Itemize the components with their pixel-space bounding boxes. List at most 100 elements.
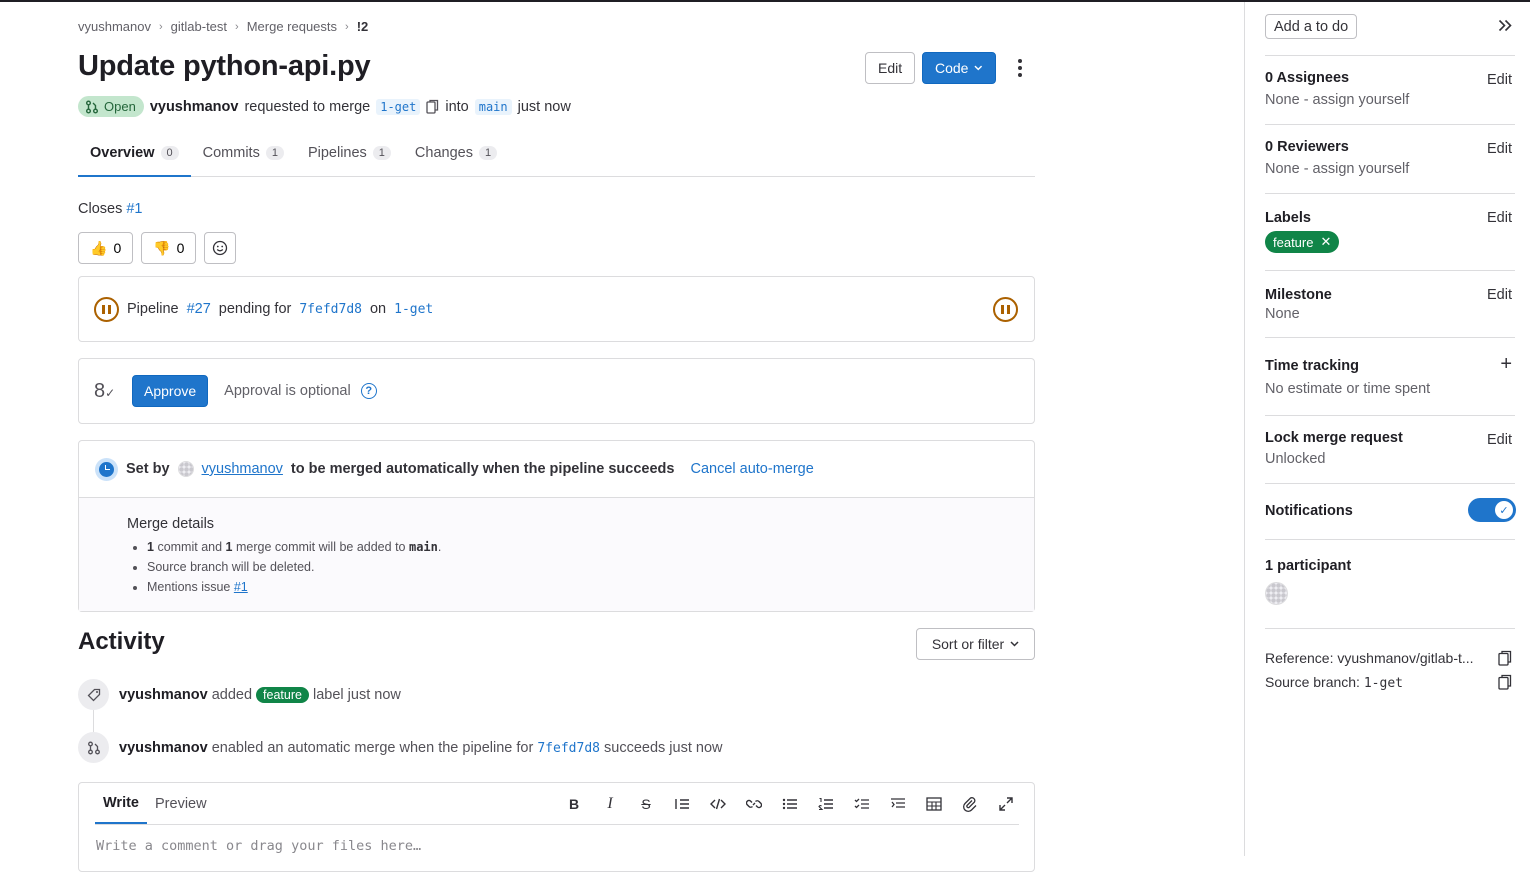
user-name: vyushmanov xyxy=(201,461,283,477)
source-branch[interactable]: 1-get xyxy=(376,98,421,115)
description: Closes #1 xyxy=(78,201,143,217)
divider xyxy=(95,824,1019,825)
notifications-toggle[interactable]: ✓ xyxy=(1468,498,1516,522)
tab-commits[interactable]: Commits 1 xyxy=(191,130,296,176)
code-dropdown-button[interactable]: Code xyxy=(922,52,996,84)
edit-reviewers-button[interactable]: Edit xyxy=(1487,141,1512,157)
write-tab[interactable]: Write xyxy=(95,783,147,824)
status-label: Open xyxy=(104,99,136,114)
cancel-auto-merge-button[interactable]: Cancel auto-merge xyxy=(690,461,813,477)
issue-link[interactable]: #1 xyxy=(234,580,248,594)
target-branch[interactable]: main xyxy=(474,98,512,115)
add-reaction-button[interactable] xyxy=(204,232,237,264)
tab-count: 0 xyxy=(160,145,179,160)
edit-assignees-button[interactable]: Edit xyxy=(1487,72,1512,88)
thumbs-up-button[interactable]: 👍 0 xyxy=(78,232,134,264)
task-list-icon[interactable] xyxy=(850,793,874,815)
right-sidebar: Add a to do 0 Assignees Edit None - assi… xyxy=(1244,2,1530,856)
bulleted-list-icon[interactable] xyxy=(778,793,802,815)
quote-icon[interactable] xyxy=(670,793,694,815)
tab-overview[interactable]: Overview 0 xyxy=(78,130,191,177)
copy-icon[interactable] xyxy=(1498,674,1512,690)
plus-icon[interactable]: + xyxy=(1500,353,1512,376)
reviewers-title: 0 Reviewers xyxy=(1265,139,1349,155)
comment-textarea[interactable]: Write a comment or drag your files here… xyxy=(96,838,421,854)
thumbs-up-count: 0 xyxy=(113,240,122,256)
source-branch-info: Source branch: 1-get xyxy=(1265,674,1403,691)
label-badge[interactable]: feature xyxy=(256,686,309,703)
list-item: Mentions issue #1 xyxy=(147,577,1034,597)
preview-tab[interactable]: Preview xyxy=(147,783,215,824)
breadcrumb-item[interactable]: gitlab-test xyxy=(171,19,227,34)
link-icon[interactable] xyxy=(742,793,766,815)
milestone-value: None xyxy=(1265,306,1300,322)
help-icon[interactable]: ? xyxy=(360,383,377,399)
tab-changes[interactable]: Changes 1 xyxy=(403,130,509,176)
breadcrumb-item-current[interactable]: !2 xyxy=(357,19,369,34)
edit-milestone-button[interactable]: Edit xyxy=(1487,287,1512,303)
edit-labels-button[interactable]: Edit xyxy=(1487,210,1512,226)
thumbs-down-count: 0 xyxy=(176,240,185,256)
activity-user[interactable]: vyushmanov xyxy=(119,687,208,703)
auto-merge-text: to be merged automatically when the pipe… xyxy=(290,461,675,477)
approval-widget: 8✓ Approve Approval is optional ? xyxy=(78,358,1035,424)
breadcrumb-item[interactable]: vyushmanov xyxy=(78,19,151,34)
tab-label: Overview xyxy=(90,144,155,161)
pipeline-stage-pending-icon[interactable] xyxy=(993,297,1018,322)
edit-button[interactable]: Edit xyxy=(865,52,916,84)
copy-icon[interactable] xyxy=(426,99,439,114)
source-branch-value: 1-get xyxy=(1363,676,1403,691)
bold-icon[interactable]: B xyxy=(562,793,586,815)
tab-label: Pipelines xyxy=(307,145,367,161)
pipeline-status-text: pending for xyxy=(218,301,292,317)
close-icon[interactable]: ✕ xyxy=(1320,234,1331,250)
avatar[interactable] xyxy=(1265,582,1288,605)
activity-user[interactable]: vyushmanov xyxy=(119,740,208,756)
assignees-value[interactable]: None - assign yourself xyxy=(1265,92,1409,108)
branch-link[interactable]: 1-get xyxy=(394,302,433,317)
tab-label: Changes xyxy=(414,145,473,161)
assignees-title: 0 Assignees xyxy=(1265,70,1350,86)
breadcrumb-item[interactable]: Merge requests xyxy=(247,19,337,34)
issue-link[interactable]: #1 xyxy=(126,201,142,217)
commit-link[interactable]: 7fefd7d8 xyxy=(299,302,362,317)
tab-label: Commits xyxy=(202,145,260,161)
label-badge[interactable]: feature ✕ xyxy=(1265,231,1340,253)
code-button-label: Code xyxy=(935,60,969,76)
chevron-right-icon: › xyxy=(345,20,349,33)
strikethrough-icon[interactable]: S xyxy=(634,793,658,815)
sort-filter-dropdown[interactable]: Sort or filter xyxy=(916,628,1035,660)
fullscreen-icon[interactable] xyxy=(994,793,1018,815)
merge-details-title: Merge details xyxy=(127,516,215,532)
add-todo-button[interactable]: Add a to do xyxy=(1265,14,1358,39)
award-emoji-bar: 👍 0 👎 0 xyxy=(78,232,237,264)
numbered-list-icon[interactable] xyxy=(814,793,838,815)
table-icon[interactable] xyxy=(922,793,946,815)
collapse-sidebar-icon[interactable] xyxy=(1498,16,1512,37)
thumbs-down-button[interactable]: 👎 0 xyxy=(141,232,197,264)
more-actions-icon[interactable] xyxy=(1010,54,1030,82)
pipeline-link[interactable]: #27 xyxy=(187,301,211,317)
tab-pipelines[interactable]: Pipelines 1 xyxy=(296,130,403,176)
pipeline-pending-icon[interactable] xyxy=(94,296,119,322)
activity-suffix: label just now xyxy=(313,686,401,703)
lock-value: Unlocked xyxy=(1265,451,1326,467)
commit-link[interactable]: 7fefd7d8 xyxy=(537,741,600,756)
list-item: 1 commit and 1 merge commit will be adde… xyxy=(147,537,1034,557)
divider xyxy=(1265,483,1515,484)
status-badge: Open xyxy=(78,96,144,117)
author-name[interactable]: vyushmanov xyxy=(150,99,239,115)
divider xyxy=(1265,415,1515,416)
time-tracking-title: Time tracking xyxy=(1265,358,1360,374)
attachment-icon[interactable] xyxy=(958,793,982,815)
user-link[interactable]: vyushmanov xyxy=(202,461,283,477)
chevron-right-icon: › xyxy=(158,20,163,33)
italic-icon[interactable]: I xyxy=(598,793,622,815)
edit-lock-button[interactable]: Edit xyxy=(1487,432,1512,448)
reviewers-value[interactable]: None - assign yourself xyxy=(1265,161,1409,177)
divider xyxy=(1265,628,1515,629)
approve-button[interactable]: Approve xyxy=(132,375,209,407)
collapsible-section-icon[interactable] xyxy=(886,793,910,815)
code-icon[interactable] xyxy=(706,793,730,815)
copy-icon[interactable] xyxy=(1498,650,1512,666)
